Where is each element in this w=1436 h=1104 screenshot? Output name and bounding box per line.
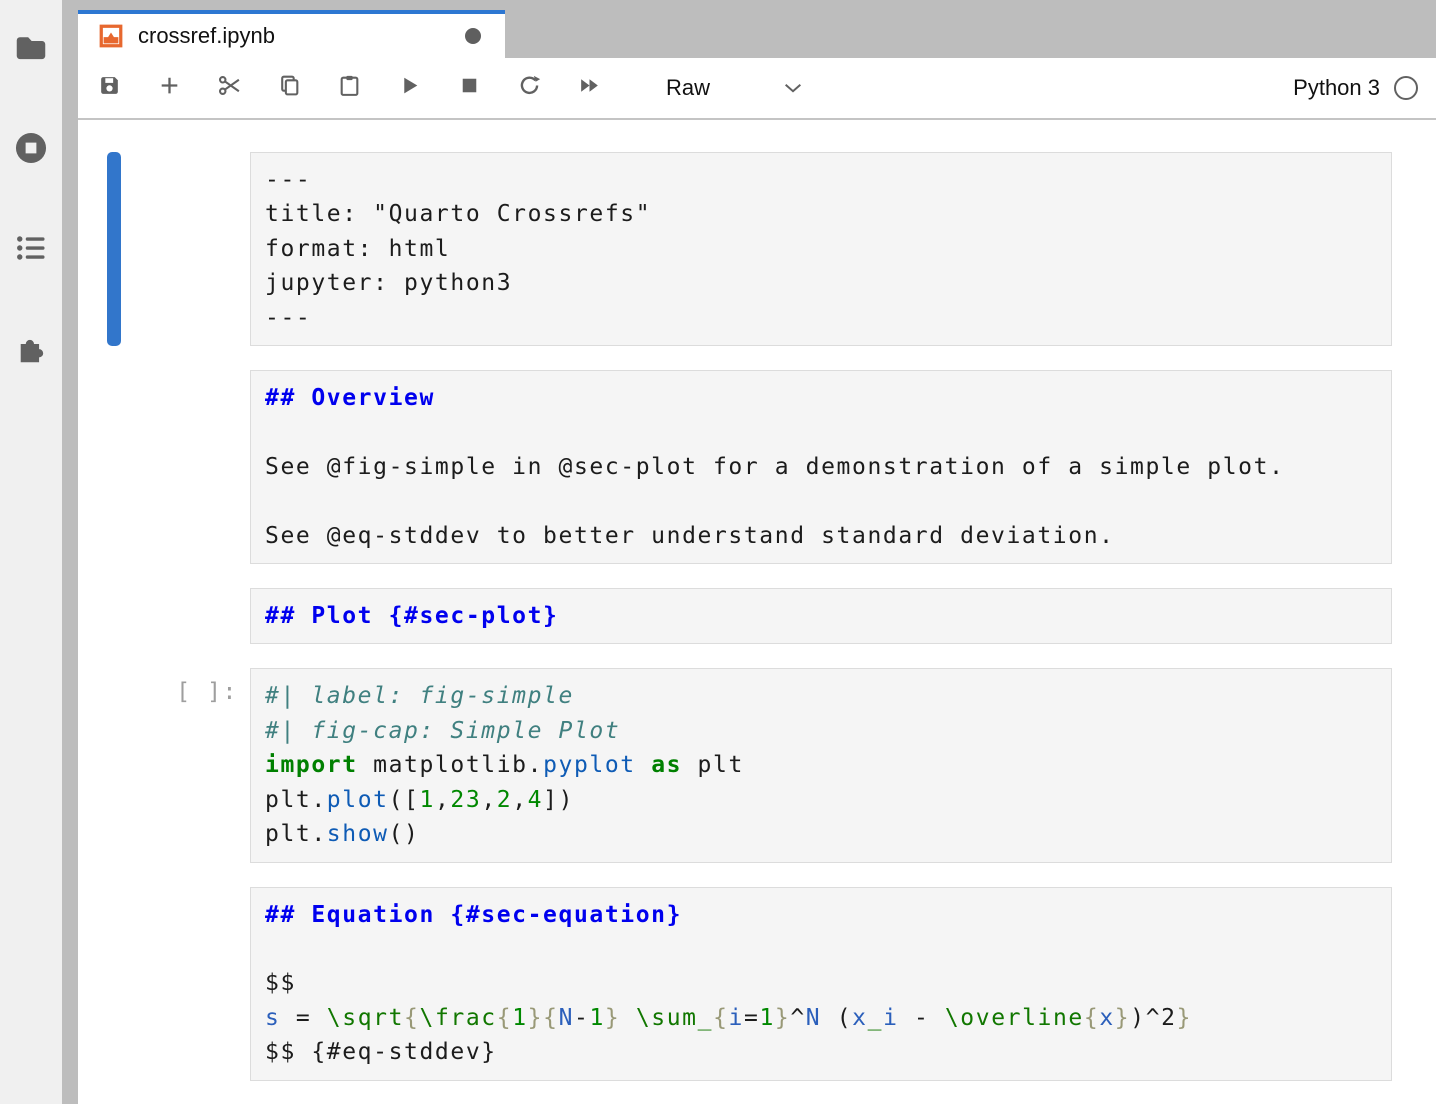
running-kernels-button[interactable] [11,130,51,170]
code-line: $$ {#eq-stddev} [265,1035,1377,1069]
cell-type-selector[interactable]: Raw [666,75,804,101]
restart-run-all-button[interactable] [576,75,602,101]
cell-margin [78,588,250,644]
cell-margin [78,887,250,1081]
notebook-cell-markdown: ## Plot {#sec-plot} [78,588,1436,644]
code-line: ## Equation {#sec-equation} [265,898,1377,932]
cut-cells-button[interactable] [216,75,242,101]
execution-count: [ ]: [176,679,238,705]
notebook-cell-code: [ ]: #| label: fig-simple#| fig-cap: Simp… [78,668,1436,862]
copy-icon [277,73,302,103]
code-line: s = \sqrt{\frac{1}{N-1} \sum_{i=1}^N (x_… [265,1001,1377,1035]
notebook-cell-raw: ---title: "Quarto Crossrefs"format: html… [78,152,1436,346]
cell-editor-raw[interactable]: ---title: "Quarto Crossrefs"format: html… [250,152,1392,346]
code-line: plt.show() [265,817,1377,851]
notebook-icon [98,23,124,49]
code-line [265,932,1377,966]
save-button[interactable] [96,75,122,101]
cell-type-value: Raw [666,75,710,101]
chevron-down-icon [782,77,804,99]
restart-icon [517,73,542,103]
paste-icon [337,73,362,103]
folder-icon [12,29,50,72]
tab-title: crossref.ipynb [138,23,465,49]
code-line: format: html [265,232,1377,266]
interrupt-kernel-button[interactable] [456,75,482,101]
code-line: --- [265,301,1377,335]
list-icon [13,230,49,271]
kernel-status-indicator[interactable] [1394,76,1418,100]
notebook-toolbar: Raw Python 3 [78,58,1436,120]
insert-cell-button[interactable] [156,75,182,101]
notebook-content: ---title: "Quarto Crossrefs"format: html… [78,120,1436,1104]
code-line: #| label: fig-simple [265,679,1377,713]
unsaved-changes-indicator[interactable] [465,28,481,44]
extension-manager-button[interactable] [11,330,51,370]
code-line: ## Overview [265,381,1377,415]
tab-crossref-ipynb[interactable]: crossref.ipynb [78,10,505,58]
code-line: See @eq-stddev to better understand stan… [265,519,1377,553]
notebook-cell-markdown: ## Overview See @fig-simple in @sec-plot… [78,370,1436,564]
copy-cells-button[interactable] [276,75,302,101]
save-icon [97,73,122,103]
code-line: plt.plot([1,23,2,4]) [265,783,1377,817]
code-line [265,484,1377,518]
sidebar-divider[interactable] [62,0,78,1104]
fast-forward-icon [577,73,602,103]
stop-circle-icon [12,129,50,172]
file-browser-button[interactable] [11,30,51,70]
code-line: $$ [265,966,1377,1000]
plus-icon [157,73,182,103]
tab-bar: crossref.ipynb [78,0,1436,58]
active-cell-indicator[interactable] [107,152,121,346]
notebook-cell-markdown: ## Equation {#sec-equation} $$s = \sqrt{… [78,887,1436,1081]
code-line: #| fig-cap: Simple Plot [265,714,1377,748]
main-panel: crossref.ipynb [78,0,1436,1104]
code-line: title: "Quarto Crossrefs" [265,197,1377,231]
cell-margin [78,370,250,564]
puzzle-icon [12,329,50,372]
code-line: See @fig-simple in @sec-plot for a demon… [265,450,1377,484]
play-icon [397,73,422,103]
cell-editor-markdown[interactable]: ## Equation {#sec-equation} $$s = \sqrt{… [250,887,1392,1081]
stop-icon [457,73,482,103]
code-line: import matplotlib.pyplot as plt [265,748,1377,782]
kernel-name[interactable]: Python 3 [1293,75,1380,101]
notebook-cells: ---title: "Quarto Crossrefs"format: html… [78,152,1436,1081]
paste-cells-button[interactable] [336,75,362,101]
cell-margin [78,152,250,346]
scissors-icon [217,73,242,103]
cell-editor-markdown[interactable]: ## Overview See @fig-simple in @sec-plot… [250,370,1392,564]
cell-editor-markdown[interactable]: ## Plot {#sec-plot} [250,588,1392,644]
code-line [265,415,1377,449]
left-sidebar [0,0,62,1104]
table-of-contents-button[interactable] [11,230,51,270]
cell-editor-code[interactable]: #| label: fig-simple#| fig-cap: Simple P… [250,668,1392,862]
code-line: --- [265,163,1377,197]
cell-margin: [ ]: [78,668,250,862]
run-cell-button[interactable] [396,75,422,101]
code-line: ## Plot {#sec-plot} [265,599,1377,633]
restart-kernel-button[interactable] [516,75,542,101]
code-line: jupyter: python3 [265,266,1377,300]
